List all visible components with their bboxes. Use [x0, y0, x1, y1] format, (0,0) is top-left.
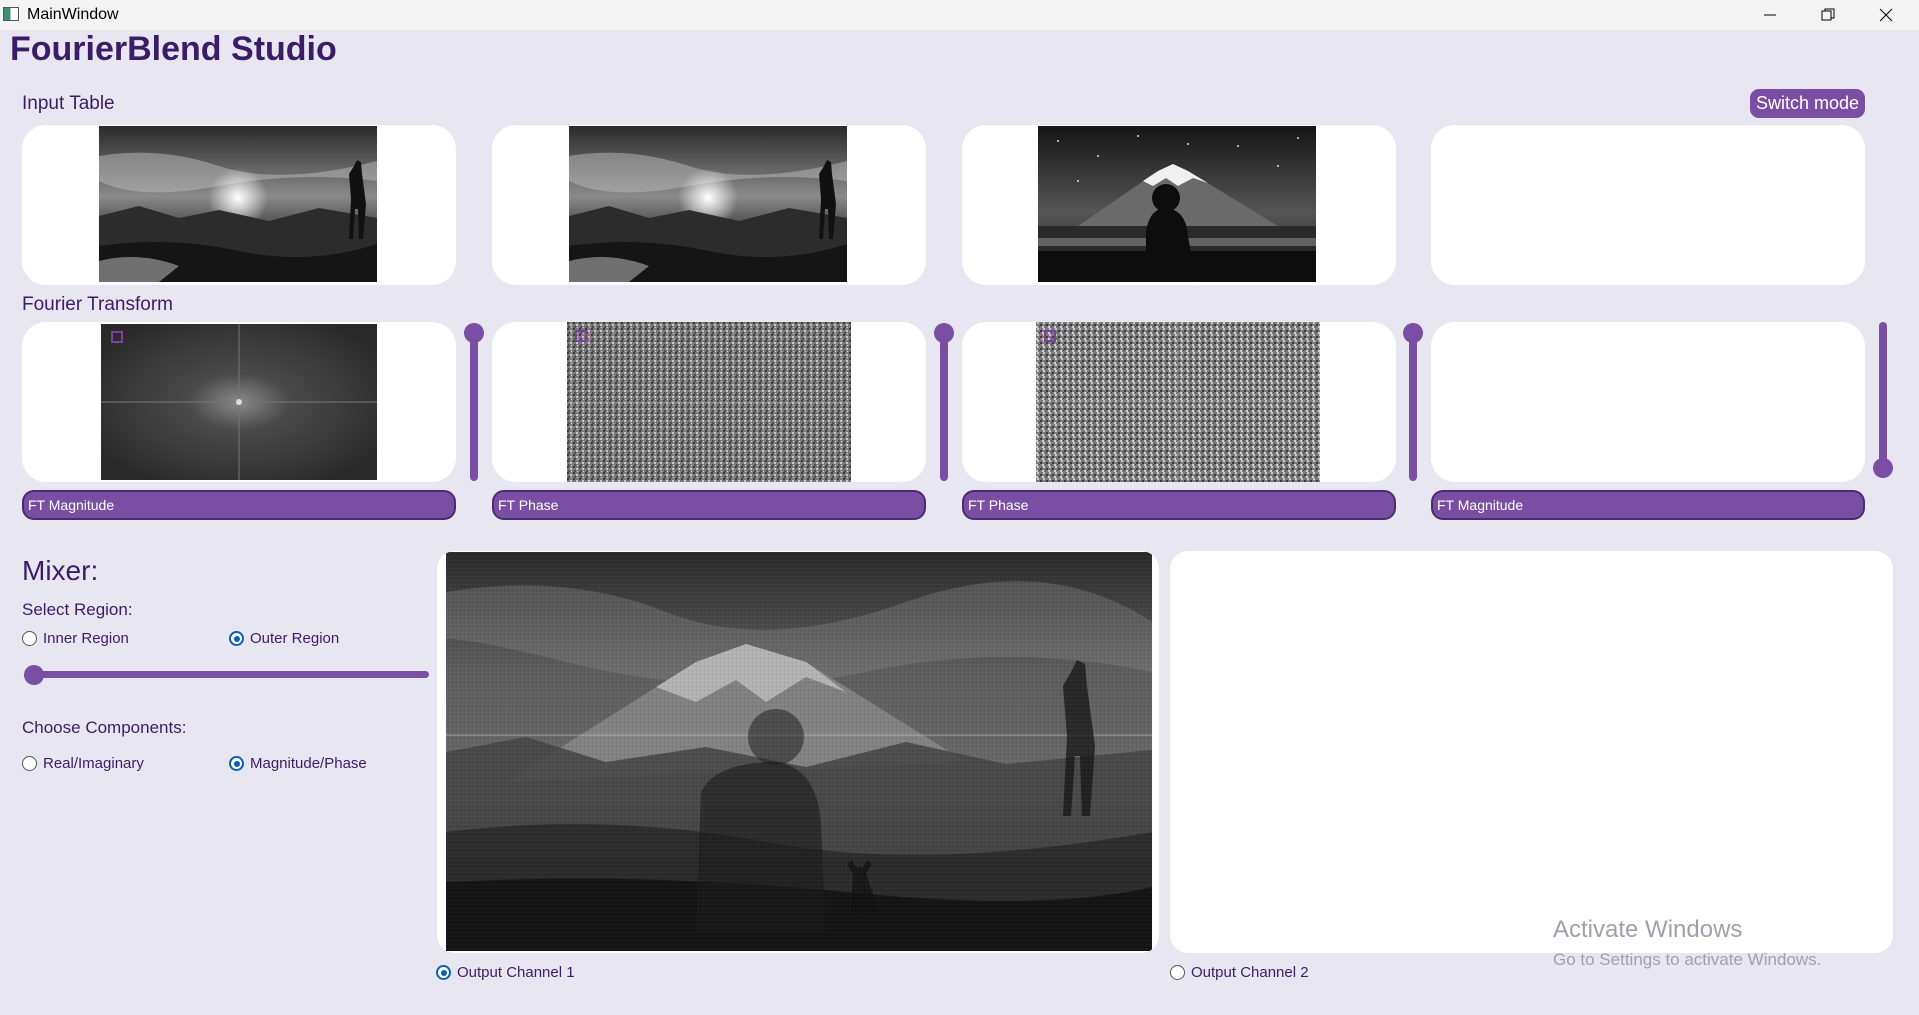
switch-mode-button[interactable]: Switch mode — [1750, 89, 1865, 118]
weight-slider-2-knob[interactable] — [934, 323, 954, 343]
mixer-heading: Mixer: — [22, 555, 99, 586]
ft-phase-image-3 — [1036, 322, 1320, 482]
activate-windows-subtitle: Go to Settings to activate Windows. — [1553, 950, 1822, 969]
app-icon — [3, 7, 19, 21]
output-image-1 — [438, 552, 1152, 951]
app-title: FourierBlend Studio — [10, 30, 337, 68]
ft-card-3[interactable] — [962, 322, 1396, 482]
radio-dot-checked — [229, 756, 244, 771]
select-region-label: Select Region: — [22, 600, 133, 619]
ft-phase-image-2 — [567, 322, 851, 482]
ft-card-4[interactable] — [1431, 322, 1865, 482]
input-image-card-4[interactable] — [1431, 125, 1865, 285]
weight-slider-1-knob[interactable] — [464, 323, 484, 343]
close-icon — [1879, 8, 1893, 22]
input-image-card-1[interactable] — [22, 125, 456, 285]
input-image-3 — [1038, 126, 1316, 282]
roi-handle-3[interactable] — [1044, 330, 1056, 342]
ft-card-1[interactable] — [22, 322, 456, 482]
ft-component-select-4[interactable]: FT Magnitude — [1431, 490, 1865, 520]
minimize-button[interactable] — [1741, 0, 1799, 30]
output-channel-1-label: Output Channel 1 — [457, 964, 575, 981]
radio-dot — [22, 756, 37, 771]
roi-handle-1[interactable] — [111, 331, 123, 343]
fourier-transform-label: Fourier Transform — [22, 294, 173, 315]
weight-slider-1[interactable] — [464, 323, 484, 481]
real-imaginary-radio[interactable]: Real/Imaginary — [22, 755, 144, 772]
minimize-icon — [1764, 14, 1776, 16]
radio-dot-checked — [436, 965, 451, 980]
activate-windows-title: Activate Windows — [1553, 916, 1743, 943]
input-image-card-3[interactable] — [962, 125, 1396, 285]
window-title: MainWindow — [27, 6, 119, 23]
radio-dot — [1170, 965, 1185, 980]
restore-icon — [1821, 8, 1835, 21]
output-channel-1-radio[interactable]: Output Channel 1 — [436, 964, 575, 981]
output-channel-2-radio[interactable]: Output Channel 2 — [1170, 964, 1309, 981]
input-image-card-2[interactable] — [492, 125, 926, 285]
output-viewer-2[interactable] — [1170, 551, 1893, 953]
ft-component-select-1[interactable]: FT Magnitude — [22, 490, 456, 520]
outer-region-label: Outer Region — [250, 630, 340, 647]
output-channel-2-label: Output Channel 2 — [1191, 964, 1309, 981]
input-image-1 — [99, 126, 377, 282]
close-button[interactable] — [1857, 0, 1915, 30]
output-viewer-1[interactable] — [437, 551, 1159, 953]
region-size-slider[interactable] — [24, 665, 429, 685]
ft-magnitude-image-1 — [101, 324, 377, 480]
window-titlebar: MainWindow — [0, 0, 1919, 30]
magnitude-phase-label: Magnitude/Phase — [250, 755, 367, 772]
inner-region-radio[interactable]: Inner Region — [22, 630, 129, 647]
region-size-slider-knob[interactable] — [24, 665, 44, 685]
weight-slider-2[interactable] — [934, 323, 954, 481]
weight-slider-4[interactable] — [1873, 322, 1893, 478]
real-imaginary-label: Real/Imaginary — [43, 755, 144, 772]
ft-card-2[interactable] — [492, 322, 926, 482]
weight-slider-4-knob[interactable] — [1873, 458, 1893, 478]
magnitude-phase-radio[interactable]: Magnitude/Phase — [229, 755, 367, 772]
input-table-label: Input Table — [22, 93, 115, 114]
ft-component-select-2[interactable]: FT Phase — [492, 490, 926, 520]
radio-dot-checked — [229, 631, 244, 646]
weight-slider-3[interactable] — [1403, 323, 1423, 481]
restore-button[interactable] — [1799, 0, 1857, 30]
outer-region-radio[interactable]: Outer Region — [229, 630, 339, 647]
roi-handle-2[interactable] — [575, 330, 587, 342]
inner-region-label: Inner Region — [43, 630, 129, 647]
weight-slider-3-knob[interactable] — [1403, 323, 1423, 343]
ft-component-select-3[interactable]: FT Phase — [962, 490, 1396, 520]
input-image-2 — [569, 126, 847, 282]
radio-dot — [22, 631, 37, 646]
choose-components-label: Choose Components: — [22, 718, 187, 737]
